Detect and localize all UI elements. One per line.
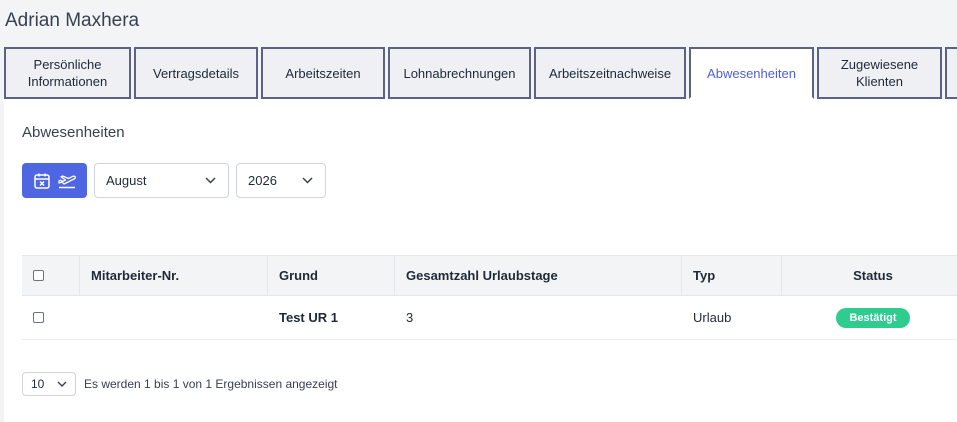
tab-label: Informationen (27, 74, 108, 89)
tab-label: Persönliche (33, 57, 102, 72)
row-checkbox[interactable] (33, 312, 44, 323)
tab-working-hours[interactable]: Arbeitszeiten (261, 47, 385, 99)
status-cell: Bestätigt (782, 296, 957, 339)
page-size-select[interactable]: 10 (22, 372, 76, 396)
page-size-value: 10 (31, 377, 45, 391)
calendar-cross-icon (33, 173, 50, 189)
tab-timesheets[interactable]: Arbeitszeitnachweise (534, 47, 686, 99)
section-title: Abwesenheiten (22, 124, 125, 141)
employee-no-cell (80, 296, 268, 339)
tab-contract-details[interactable]: Vertragsdetails (134, 47, 258, 99)
month-select[interactable]: August (94, 163, 229, 198)
tab-label: Arbeitszeitnachweise (548, 65, 672, 81)
tab-label: Arbeitszeiten (285, 65, 361, 81)
column-header-employee-no[interactable]: Mitarbeiter-Nr. (80, 256, 268, 295)
plane-departure-icon (57, 174, 76, 188)
tab-label: Vertragsdetails (153, 65, 239, 81)
tab-personal-info[interactable]: Persönliche Informationen (4, 47, 131, 99)
chevron-down-icon (302, 177, 313, 184)
select-all-checkbox[interactable] (33, 270, 44, 281)
tab-label: Lohnabrechnungen (403, 65, 516, 81)
chevron-down-icon (57, 381, 67, 387)
tab-absences[interactable]: Abwesenheiten (689, 47, 814, 99)
table-header: Mitarbeiter-Nr. Grund Gesamtzahl Urlaubs… (22, 255, 957, 296)
pagination-info: Es werden 1 bis 1 von 1 Ergebnissen ange… (84, 377, 338, 391)
month-select-value: August (106, 173, 147, 188)
select-all-cell (22, 256, 80, 295)
column-header-total-days[interactable]: Gesamtzahl Urlaubstage (395, 256, 682, 295)
column-header-type[interactable]: Typ (682, 256, 782, 295)
tab-payrolls[interactable]: Lohnabrechnungen (388, 47, 531, 99)
row-select-cell (22, 296, 80, 339)
tab-assigned-clients[interactable]: Zugewiesene Klienten (817, 47, 942, 99)
tab-label: Zugewiesene (840, 57, 919, 72)
chevron-down-icon (205, 177, 216, 184)
add-absence-button[interactable] (22, 163, 87, 198)
table-row[interactable]: Test UR 1 3 Urlaub Bestätigt (22, 296, 957, 340)
page-title: Adrian Maxhera (5, 10, 140, 31)
column-header-reason[interactable]: Grund (268, 256, 395, 295)
total-days-cell: 3 (406, 310, 414, 325)
absences-panel: Abwesenheiten August 2026 Mitarbeiter-Nr… (4, 99, 957, 422)
tab-overflow[interactable] (945, 47, 957, 99)
year-select-value: 2026 (248, 173, 277, 188)
column-header-status[interactable]: Status (782, 256, 957, 295)
year-select[interactable]: 2026 (236, 163, 326, 198)
status-badge: Bestätigt (836, 307, 910, 328)
type-cell: Urlaub (693, 310, 732, 325)
tab-label: Klienten (856, 74, 903, 89)
reason-cell: Test UR 1 (279, 310, 338, 325)
absences-table: Mitarbeiter-Nr. Grund Gesamtzahl Urlaubs… (22, 255, 957, 340)
tab-label: Abwesenheiten (707, 65, 796, 81)
tab-bar: Persönliche Informationen Vertragsdetails… (4, 47, 957, 99)
